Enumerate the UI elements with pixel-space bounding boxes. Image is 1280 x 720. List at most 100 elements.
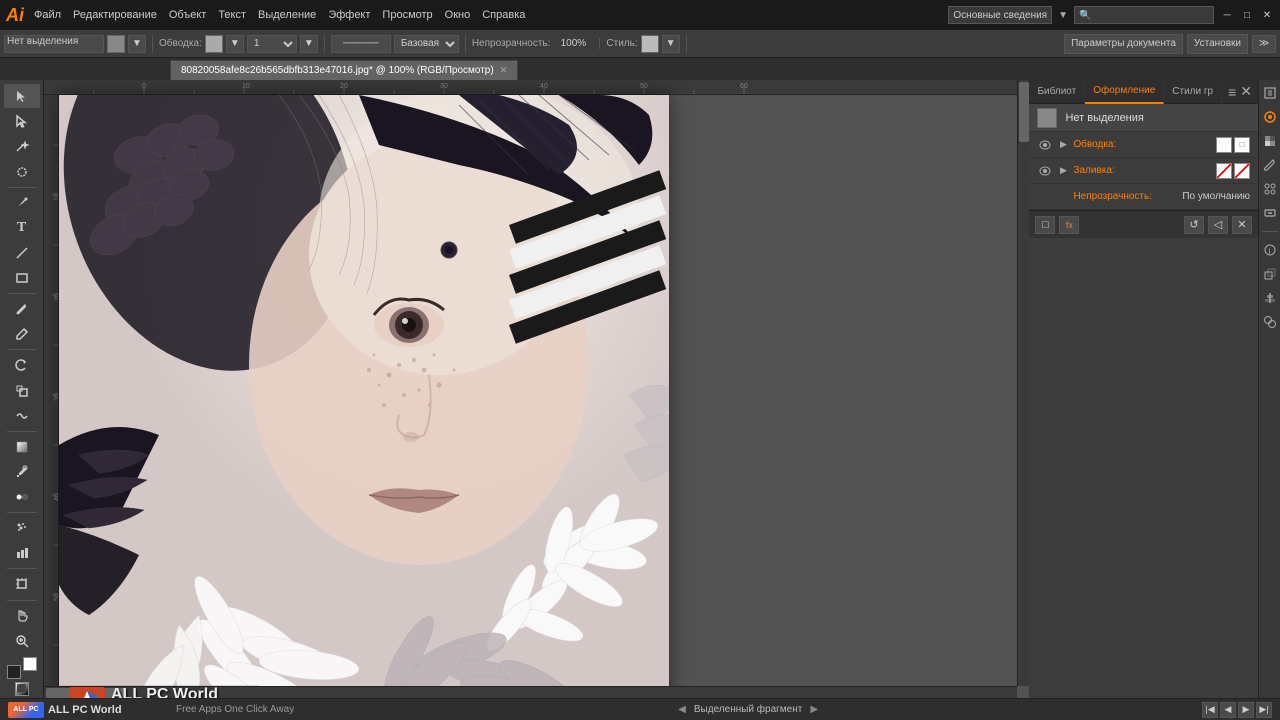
document-tab[interactable]: 80820058afe8c26b565dbfb313e47016.jpg* @ … [170, 60, 518, 80]
panel-footer-duplicate[interactable]: ◁ [1208, 216, 1228, 234]
panel-color-preview[interactable] [1037, 108, 1057, 128]
maximize-button[interactable]: □ [1240, 8, 1254, 22]
column-graph-tool[interactable] [4, 541, 40, 565]
vertical-scrollbar[interactable] [1017, 80, 1029, 686]
tab-graphic-styles[interactable]: Стили гр [1164, 80, 1222, 104]
rect-tool[interactable] [4, 266, 40, 290]
panel-close-icon[interactable]: ✕ [1240, 83, 1252, 100]
menu-object[interactable]: Объект [169, 9, 206, 21]
zoom-tool[interactable] [4, 629, 40, 653]
document-params-button[interactable]: Параметры документа [1064, 34, 1183, 54]
panel-footer-delete[interactable]: ✕ [1232, 216, 1252, 234]
close-button[interactable]: ✕ [1260, 8, 1274, 22]
stroke-weight-select[interactable]: 123 [247, 35, 297, 53]
menu-window[interactable]: Окно [445, 9, 471, 21]
panel-footer-fx[interactable]: fx [1059, 216, 1079, 234]
stroke-swatch-extra[interactable]: □ [1234, 137, 1250, 153]
right-icon-info[interactable]: i [1261, 241, 1279, 259]
style-swatch[interactable] [641, 35, 659, 53]
stroke-color-swatch[interactable] [1216, 137, 1232, 153]
right-icon-brushes[interactable] [1261, 156, 1279, 174]
fill-expand-arrow[interactable]: ▶ [1057, 165, 1069, 177]
right-icon-align[interactable] [1261, 289, 1279, 307]
right-icon-appearance[interactable] [1261, 108, 1279, 126]
selection-dropdown[interactable]: Нет выделения [4, 35, 104, 53]
line-tool[interactable] [4, 241, 40, 265]
minimize-button[interactable]: ─ [1220, 8, 1234, 22]
menu-file[interactable]: Файл [34, 9, 61, 21]
fill-color-swatch[interactable] [1216, 163, 1232, 179]
hand-tool[interactable] [4, 603, 40, 627]
right-icon-swatches[interactable] [1261, 132, 1279, 150]
nav-prev-page[interactable]: ◀ [1220, 702, 1236, 718]
blend-tool[interactable] [4, 485, 40, 509]
status-next-arrow[interactable]: ▶ [810, 704, 818, 715]
vertical-scrollbar-thumb[interactable] [1019, 82, 1029, 142]
status-prev-arrow[interactable]: ◀ [678, 704, 686, 715]
opacity-value[interactable]: 100% [553, 38, 593, 49]
workspace-dropdown[interactable]: Основные сведения [948, 6, 1052, 24]
fill-swatch[interactable] [7, 665, 21, 679]
nav-next-page[interactable]: ▶ [1238, 702, 1254, 718]
stroke-weight-arrow[interactable]: ▼ [300, 35, 318, 53]
nav-first-page[interactable]: |◀ [1202, 702, 1218, 718]
stroke-visibility-toggle[interactable] [1037, 137, 1053, 153]
tab-appearance[interactable]: Оформление [1085, 80, 1164, 104]
panel-footer-history[interactable]: ↺ [1184, 216, 1204, 234]
magic-wand-tool[interactable] [4, 134, 40, 158]
warp-tool[interactable] [4, 404, 40, 428]
brush-tool[interactable] [4, 297, 40, 321]
settings-button[interactable]: Установки [1187, 34, 1248, 54]
status-left: ALL PC ALL PC World [8, 702, 168, 718]
right-icon-pathfinder[interactable] [1261, 313, 1279, 331]
symbol-sprayer-tool[interactable] [4, 516, 40, 540]
stroke-dropdown[interactable]: ▼ [226, 35, 244, 53]
panel-footer-new-layer[interactable]: □ [1035, 216, 1055, 234]
panel-menu-button[interactable]: ≡ ✕ [1222, 80, 1258, 104]
stroke-style-display[interactable]: ───── [331, 35, 391, 53]
color-swatches[interactable] [7, 655, 37, 679]
fill-arrow[interactable]: ▼ [128, 35, 146, 53]
watermark-text-group: ALL PC World Free Apps One Click Away [111, 686, 229, 698]
artboard-tool[interactable] [4, 572, 40, 596]
right-icon-symbols[interactable] [1261, 180, 1279, 198]
menu-view[interactable]: Просмотр [382, 9, 432, 21]
menu-help[interactable]: Справка [482, 9, 525, 21]
lasso-tool[interactable] [4, 159, 40, 183]
gradient-tool[interactable] [4, 435, 40, 459]
tab-close-icon[interactable]: ✕ [500, 65, 508, 76]
opacity-link[interactable]: Непрозрачность: [1073, 191, 1152, 202]
right-icon-graphic-styles[interactable] [1261, 204, 1279, 222]
stroke-swatch[interactable] [23, 657, 37, 671]
pen-tool[interactable] [4, 191, 40, 215]
stroke-color-swatch[interactable] [205, 35, 223, 53]
fill-swatch-extra[interactable] [1234, 163, 1250, 179]
rotate-tool[interactable] [4, 353, 40, 377]
tab-libraries[interactable]: Библиот [1029, 80, 1085, 104]
stroke-profile-select[interactable]: Базовая [394, 35, 459, 53]
color-mode-icon[interactable]: ⬛ [15, 682, 29, 696]
nav-last-page[interactable]: ▶| [1256, 702, 1272, 718]
toolbar-options-button[interactable]: ≫ [1252, 35, 1276, 53]
stroke-link[interactable]: Обводка: [1073, 139, 1116, 150]
eyedropper-tool[interactable] [4, 460, 40, 484]
menu-select[interactable]: Выделение [258, 9, 316, 21]
menu-effect[interactable]: Эффект [328, 9, 370, 21]
fill-row-label: Заливка: [1073, 165, 1212, 176]
direct-select-tool[interactable] [4, 109, 40, 133]
stroke-expand-arrow[interactable]: ▶ [1057, 139, 1069, 151]
select-tool[interactable] [4, 84, 40, 108]
right-icon-transform[interactable] [1261, 265, 1279, 283]
fill-visibility-toggle[interactable] [1037, 163, 1053, 179]
right-icon-libraries[interactable] [1261, 84, 1279, 102]
menu-text[interactable]: Текст [218, 9, 246, 21]
style-arrow[interactable]: ▼ [662, 35, 680, 53]
fill-color-swatch[interactable] [107, 35, 125, 53]
fill-link[interactable]: Заливка: [1073, 165, 1114, 176]
pencil-tool[interactable] [4, 322, 40, 346]
workspace-arrow[interactable]: ▼ [1058, 10, 1068, 21]
menu-edit[interactable]: Редактирование [73, 9, 157, 21]
scale-tool[interactable] [4, 378, 40, 402]
search-input[interactable] [1074, 6, 1214, 24]
type-tool[interactable]: T [4, 216, 40, 240]
